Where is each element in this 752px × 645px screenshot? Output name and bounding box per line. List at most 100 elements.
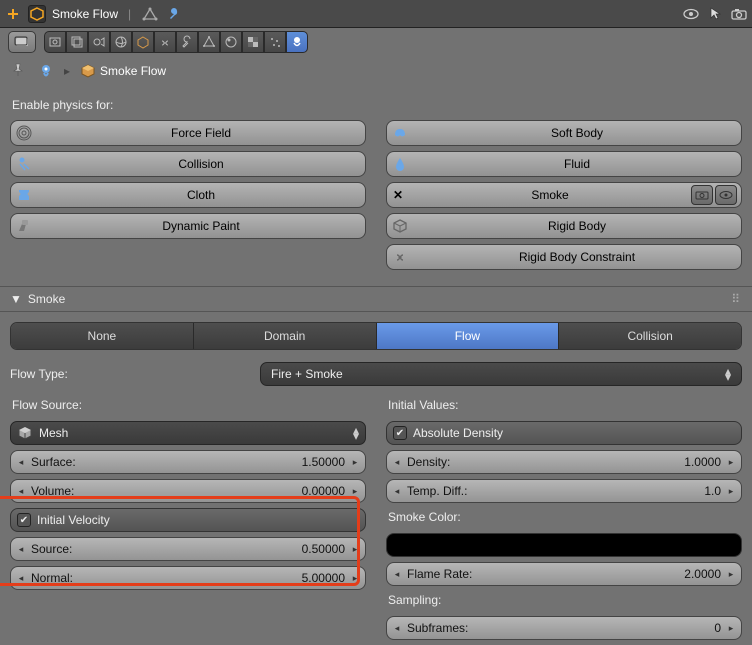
pin-icon[interactable] bbox=[10, 62, 28, 80]
physics-force-field-button[interactable]: Force Field bbox=[10, 120, 366, 146]
increment-icon[interactable]: ▸ bbox=[349, 573, 361, 584]
subframes-label: Subframes: bbox=[403, 621, 468, 635]
flame-rate-value: 2.0000 bbox=[472, 567, 725, 581]
flow-type-label: Flow Type: bbox=[10, 367, 100, 381]
add-icon[interactable] bbox=[4, 5, 22, 23]
physics-cloth-button[interactable]: Cloth bbox=[10, 182, 366, 208]
sampling-label: Sampling: bbox=[388, 593, 742, 607]
drag-handle-icon[interactable]: ⠿ bbox=[731, 292, 742, 306]
smoke-panel-header[interactable]: ▼ Smoke ⠿ bbox=[0, 286, 752, 312]
decrement-icon[interactable]: ◂ bbox=[15, 457, 27, 468]
decrement-icon[interactable]: ◂ bbox=[391, 457, 403, 468]
smoke-panel-title: Smoke bbox=[28, 292, 65, 306]
tab-none[interactable]: None bbox=[11, 323, 194, 349]
breadcrumb-label: Smoke Flow bbox=[100, 64, 166, 78]
initial-velocity-label: Initial Velocity bbox=[37, 513, 110, 527]
tab-texture-icon[interactable] bbox=[242, 31, 264, 53]
tab-constraints-icon[interactable] bbox=[154, 31, 176, 53]
increment-icon[interactable]: ▸ bbox=[725, 623, 737, 634]
tab-particles-icon[interactable] bbox=[264, 31, 286, 53]
tab-object-icon[interactable] bbox=[132, 31, 154, 53]
increment-icon[interactable]: ▸ bbox=[725, 486, 737, 497]
volume-field[interactable]: ◂ Volume: 0.00000 ▸ bbox=[10, 479, 366, 503]
collision-icon bbox=[11, 156, 37, 172]
smoke-label: Smoke bbox=[409, 188, 691, 202]
subframes-value: 0 bbox=[468, 621, 725, 635]
tab-collision[interactable]: Collision bbox=[559, 323, 741, 349]
camera-icon[interactable] bbox=[730, 5, 748, 23]
tab-domain[interactable]: Domain bbox=[194, 323, 377, 349]
decrement-icon[interactable]: ◂ bbox=[391, 569, 403, 580]
volume-label: Volume: bbox=[27, 484, 74, 498]
dropdown-handles-icon: ▴▾ bbox=[725, 368, 731, 380]
surface-field[interactable]: ◂ Surface: 1.50000 ▸ bbox=[10, 450, 366, 474]
dropdown-handles-icon: ▴▾ bbox=[353, 427, 359, 439]
tab-render-icon[interactable] bbox=[44, 31, 66, 53]
tab-physics-icon[interactable] bbox=[286, 31, 308, 53]
subframes-field[interactable]: ◂ Subframes: 0 ▸ bbox=[386, 616, 742, 640]
cursor-icon[interactable] bbox=[706, 5, 724, 23]
eye-toggle-icon[interactable] bbox=[682, 5, 700, 23]
constraint-link-icon bbox=[387, 249, 413, 265]
flow-type-dropdown[interactable]: Fire + Smoke ▴▾ bbox=[260, 362, 742, 386]
decrement-icon[interactable]: ◂ bbox=[391, 486, 403, 497]
decrement-icon[interactable]: ◂ bbox=[15, 486, 27, 497]
tab-render-layers-icon[interactable] bbox=[66, 31, 88, 53]
chevron-right-icon: ▸ bbox=[64, 64, 70, 78]
decrement-icon[interactable]: ◂ bbox=[391, 623, 403, 634]
tab-modifiers-icon[interactable] bbox=[176, 31, 198, 53]
density-field[interactable]: ◂ Density: 1.0000 ▸ bbox=[386, 450, 742, 474]
decrement-icon[interactable]: ◂ bbox=[15, 544, 27, 555]
flow-source-label: Flow Source: bbox=[12, 398, 366, 412]
physics-rigid-body-button[interactable]: Rigid Body bbox=[386, 213, 742, 239]
smoke-type-tabs: None Domain Flow Collision bbox=[10, 322, 742, 350]
initial-velocity-toggle[interactable]: ✔ Initial Velocity bbox=[10, 508, 366, 532]
vertex-groups-icon[interactable] bbox=[141, 5, 159, 23]
smoke-color-swatch[interactable] bbox=[386, 533, 742, 557]
iv-normal-field[interactable]: ◂ Normal: 5.00000 ▸ bbox=[10, 566, 366, 590]
absolute-density-toggle[interactable]: ✔ Absolute Density bbox=[386, 421, 742, 445]
temp-diff-field[interactable]: ◂ Temp. Diff.: 1.0 ▸ bbox=[386, 479, 742, 503]
physics-collision-button[interactable]: Collision bbox=[10, 151, 366, 177]
wrench-icon[interactable] bbox=[165, 5, 183, 23]
editor-type-button[interactable] bbox=[8, 31, 36, 53]
physics-smoke-button[interactable]: ✕ Smoke bbox=[386, 182, 742, 208]
tab-world-icon[interactable] bbox=[110, 31, 132, 53]
object-mesh-icon[interactable] bbox=[28, 5, 46, 23]
iv-source-label: Source: bbox=[27, 542, 72, 556]
flow-source-dropdown[interactable]: Mesh ▴▾ bbox=[10, 421, 366, 445]
smoke-color-label: Smoke Color: bbox=[388, 510, 742, 524]
physics-fluid-button[interactable]: Fluid bbox=[386, 151, 742, 177]
increment-icon[interactable]: ▸ bbox=[349, 457, 361, 468]
tab-flow[interactable]: Flow bbox=[377, 323, 560, 349]
decrement-icon[interactable]: ◂ bbox=[15, 573, 27, 584]
physics-dynamic-paint-button[interactable]: Dynamic Paint bbox=[10, 213, 366, 239]
breadcrumb-object[interactable]: Smoke Flow bbox=[80, 63, 166, 79]
physics-soft-body-button[interactable]: Soft Body bbox=[386, 120, 742, 146]
flame-rate-field[interactable]: ◂ Flame Rate: 2.0000 ▸ bbox=[386, 562, 742, 586]
tab-material-icon[interactable] bbox=[220, 31, 242, 53]
checkbox-checked-icon: ✔ bbox=[17, 513, 31, 527]
checkbox-checked-icon: ✔ bbox=[393, 426, 407, 440]
separator: | bbox=[124, 7, 135, 21]
increment-icon[interactable]: ▸ bbox=[725, 569, 737, 580]
physics-rigid-body-constraint-button[interactable]: Rigid Body Constraint bbox=[386, 244, 742, 270]
dynamic-paint-label: Dynamic Paint bbox=[37, 219, 365, 233]
iv-source-field[interactable]: ◂ Source: 0.50000 ▸ bbox=[10, 537, 366, 561]
mesh-cube-icon bbox=[17, 425, 33, 441]
datablock-icon[interactable] bbox=[38, 63, 54, 79]
flow-source-value: Mesh bbox=[39, 426, 68, 440]
dynamic-paint-icon bbox=[11, 218, 37, 234]
volume-value: 0.00000 bbox=[74, 484, 349, 498]
increment-icon[interactable]: ▸ bbox=[349, 486, 361, 497]
tab-scene-icon[interactable] bbox=[88, 31, 110, 53]
initial-values-label: Initial Values: bbox=[388, 398, 742, 412]
collision-label: Collision bbox=[37, 157, 365, 171]
flame-rate-label: Flame Rate: bbox=[403, 567, 472, 581]
increment-icon[interactable]: ▸ bbox=[725, 457, 737, 468]
increment-icon[interactable]: ▸ bbox=[349, 544, 361, 555]
camera-bake-icon[interactable] bbox=[691, 185, 713, 205]
tab-data-icon[interactable] bbox=[198, 31, 220, 53]
eye-icon[interactable] bbox=[715, 185, 737, 205]
rigid-body-label: Rigid Body bbox=[413, 219, 741, 233]
